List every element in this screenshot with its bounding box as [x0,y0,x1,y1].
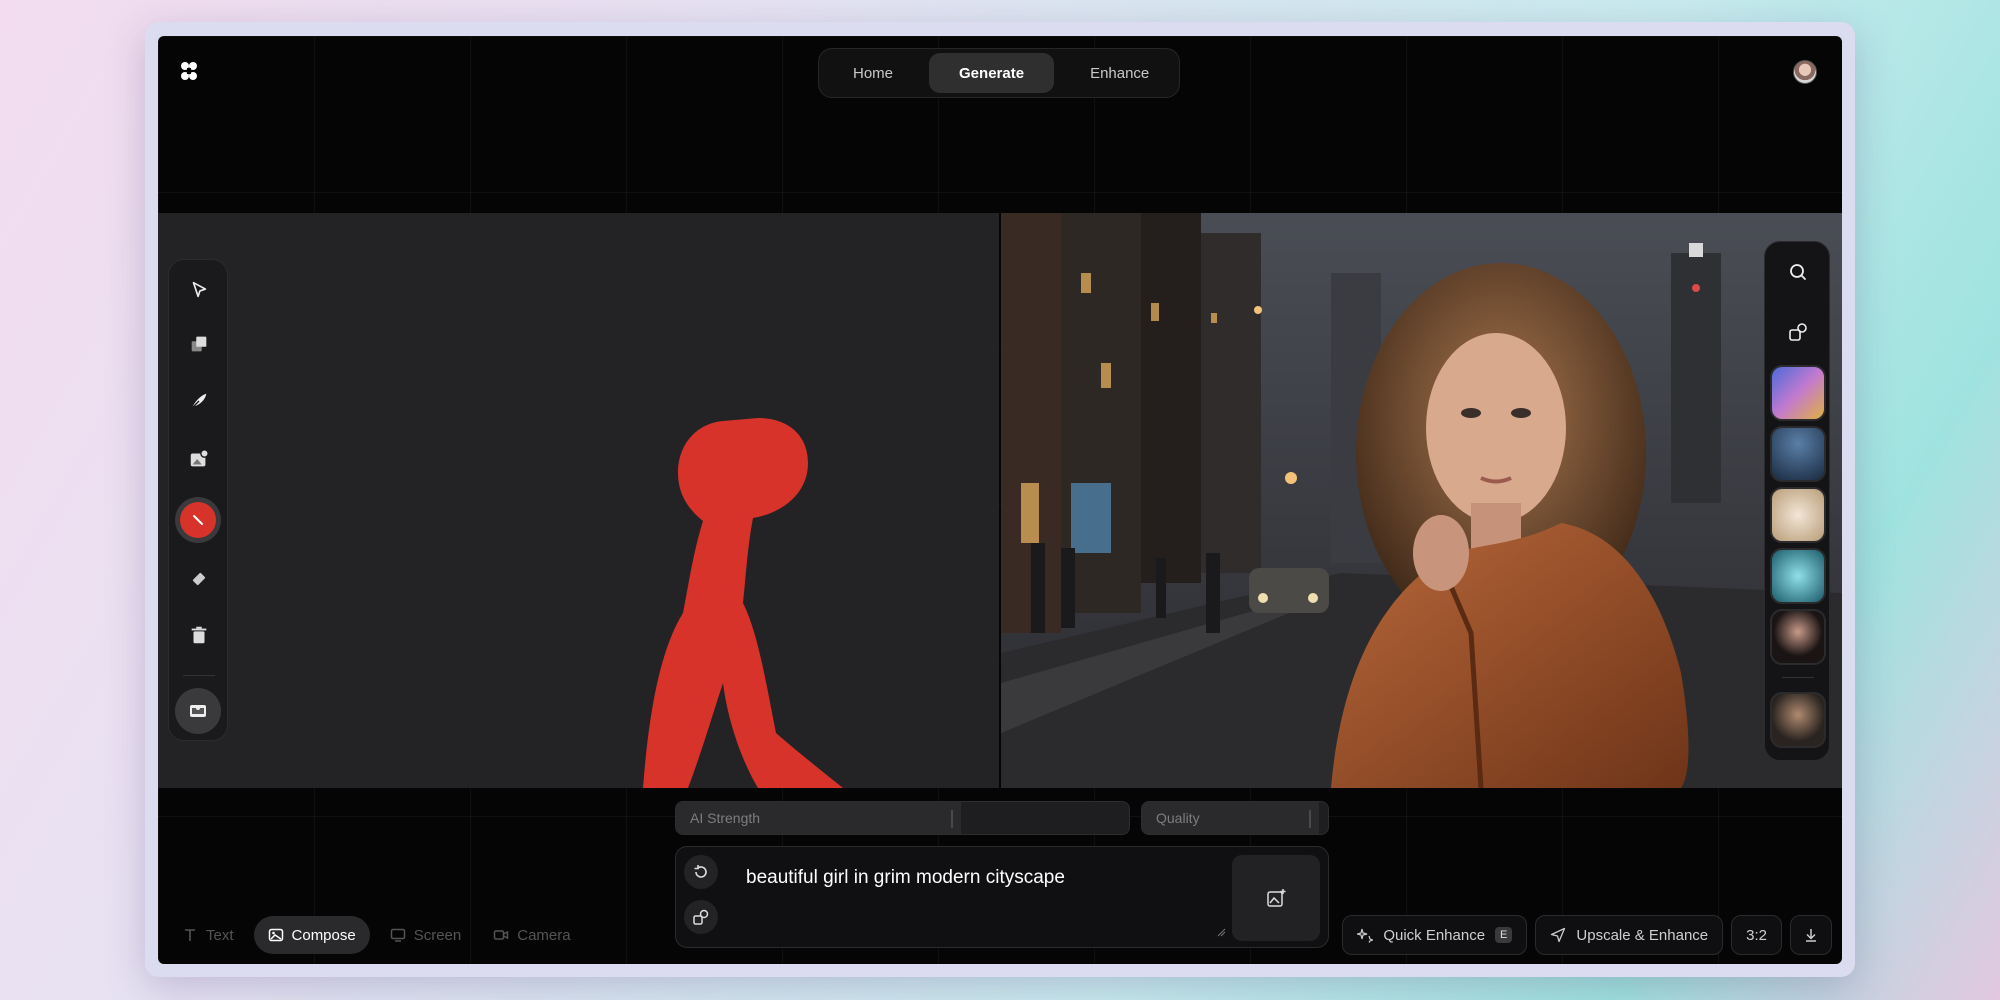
input-mode-tabs: Text Compose Screen Camera [170,916,583,954]
mode-screen[interactable]: Screen [378,916,474,954]
download-button[interactable] [1790,915,1832,955]
left-toolbar [168,259,228,741]
shapes-icon [693,909,709,925]
brush-icon [193,515,203,525]
send-icon [1551,927,1566,943]
thumb-abstract-art[interactable] [1770,365,1826,421]
thumb-teal-fractal[interactable] [1770,548,1826,604]
aspect-ratio-label: 3:2 [1746,926,1767,944]
quick-enhance-label: Quick Enhance [1383,926,1486,944]
reset-button[interactable] [684,855,718,889]
mode-camera[interactable]: Camera [481,916,582,954]
thumb-dark-portrait[interactable] [1770,609,1826,665]
active-color-swatch [180,502,216,538]
search-icon[interactable] [1778,252,1818,292]
generate-image-button[interactable] [1232,855,1320,941]
main-nav: Home Generate Enhance [818,48,1180,98]
shapes-prompt-button[interactable] [684,900,718,934]
monitor-icon [390,928,405,942]
image-icon [268,928,283,942]
mode-compose-label: Compose [291,926,356,944]
tab-generate[interactable]: Generate [929,53,1055,93]
rail-divider [1782,677,1814,678]
download-icon [1806,929,1816,942]
camera-icon [494,930,509,940]
resize-grip-icon[interactable] [1216,927,1226,937]
upscale-enhance-label: Upscale & Enhance [1576,926,1709,944]
thumb-warrior-portrait[interactable] [1770,692,1826,748]
toolbar-divider [183,675,215,676]
ai-strength-handle[interactable] [951,810,954,828]
generated-image-art [1001,213,1842,788]
right-rail [1764,241,1830,761]
prompt-box: beautiful girl in grim modern cityscape [675,846,1329,948]
sketch-canvas[interactable] [158,213,999,788]
sketch-drawing [643,418,843,788]
quality-slider[interactable]: Quality [1141,801,1329,835]
user-avatar[interactable] [1793,60,1817,84]
refresh-icon [694,865,707,878]
mode-compose[interactable]: Compose [253,916,370,954]
quality-handle[interactable] [1308,810,1311,828]
prompt-input[interactable]: beautiful girl in grim modern cityscape [746,867,1065,889]
quick-enhance-button[interactable]: Quick Enhance E [1342,915,1528,955]
generation-sliders: AI Strength Quality [675,801,1329,837]
app-logo-icon [181,62,197,80]
image-capture-icon [190,705,206,717]
ai-strength-slider[interactable]: AI Strength [675,801,1130,835]
output-actions: Quick Enhance E Upscale & Enhance 3:2 [1342,915,1832,955]
quality-label: Quality [1156,810,1200,826]
trash-icon[interactable] [179,615,219,655]
ai-strength-label: AI Strength [690,810,761,826]
feather-brush-icon[interactable] [179,381,219,421]
image-add-icon[interactable] [179,439,219,479]
thumb-white-flower[interactable] [1770,487,1826,543]
color-picker[interactable] [175,497,221,543]
generated-image[interactable] [1001,213,1842,788]
text-icon [185,929,195,941]
quick-enhance-shortcut: E [1495,927,1513,943]
eraser-icon[interactable] [179,559,219,599]
mode-text-label: Text [206,926,234,944]
layers-icon[interactable] [179,324,219,364]
mode-text[interactable]: Text [170,916,246,954]
mode-camera-label: Camera [517,926,571,944]
thumb-night-sky[interactable] [1770,426,1826,482]
tab-home[interactable]: Home [823,53,923,93]
app-window: Home Generate Enhance AI Strength Qualit… [158,36,1842,964]
mode-screen-label: Screen [413,926,462,944]
tab-enhance[interactable]: Enhance [1060,53,1179,93]
shapes-icon[interactable] [1778,312,1818,352]
select-arrow-icon[interactable] [179,270,219,310]
image-sparkle-icon [1267,889,1286,907]
sparkle-icon [1357,928,1374,943]
upscale-enhance-button[interactable]: Upscale & Enhance [1535,915,1724,955]
image-capture-button[interactable] [175,688,221,734]
aspect-ratio-button[interactable]: 3:2 [1731,915,1782,955]
